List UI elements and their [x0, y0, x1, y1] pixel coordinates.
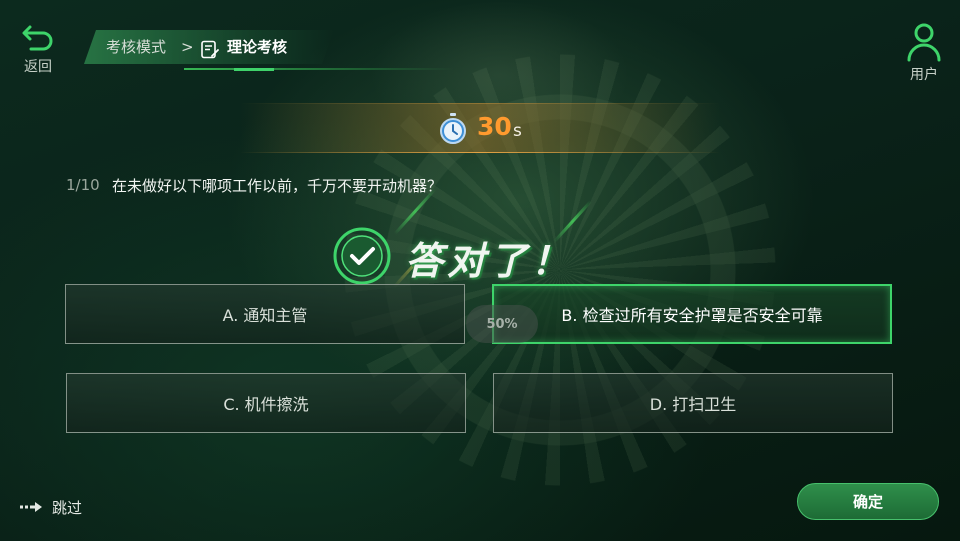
breadcrumb-separator: > — [181, 38, 194, 56]
back-button[interactable]: 返回 — [18, 24, 58, 80]
timer-value: 30 — [477, 112, 512, 141]
question-text: 在未做好以下哪项工作以前，千万不要开动机器？ — [112, 177, 443, 195]
option-d[interactable]: D. 打扫卫生 — [493, 373, 893, 433]
timer-unit: s — [513, 121, 522, 141]
question-progress: 1/10 — [66, 176, 100, 194]
answer-feedback: 答对了！ — [332, 226, 612, 286]
back-label: 返回 — [24, 59, 52, 75]
breadcrumb-current: 理论考核 — [227, 38, 288, 56]
feedback-text: 答对了！ — [405, 239, 574, 283]
option-d-label: D. 打扫卫生 — [649, 395, 737, 414]
user-label: 用户 — [910, 67, 938, 83]
timer-line-bottom — [240, 152, 720, 153]
exam-sheet-icon — [200, 38, 220, 59]
option-c-label: C. 机件擦洗 — [223, 395, 309, 414]
back-arrow-icon — [22, 25, 53, 51]
answer-rate-badge: 50% — [466, 305, 538, 343]
stopwatch-icon — [438, 113, 468, 149]
check-circle-icon — [332, 226, 392, 290]
breadcrumb-root[interactable]: 考核模式 — [106, 30, 166, 64]
breadcrumb-underline — [184, 68, 454, 70]
option-c[interactable]: C. 机件擦洗 — [66, 373, 466, 433]
timer-line-top — [240, 103, 720, 104]
user-icon — [907, 23, 941, 62]
timer-bar: 30 s — [240, 103, 720, 153]
breadcrumb: 考核模式 > 理论考核 — [84, 30, 454, 71]
user-button[interactable]: 用户 — [902, 22, 946, 83]
skip-button[interactable]: 跳过 — [20, 497, 82, 517]
breadcrumb-underline-accent — [234, 68, 274, 71]
skip-arrow-icon — [20, 502, 42, 512]
skip-label: 跳过 — [52, 498, 83, 517]
option-a-label: A. 通知主管 — [222, 306, 308, 325]
option-b[interactable]: B. 检查过所有安全护罩是否安全可靠 — [492, 284, 892, 344]
option-b-label: B. 检查过所有安全护罩是否安全可靠 — [561, 306, 823, 325]
confirm-button[interactable]: 确定 — [797, 483, 939, 520]
option-a[interactable]: A. 通知主管 — [65, 284, 465, 344]
